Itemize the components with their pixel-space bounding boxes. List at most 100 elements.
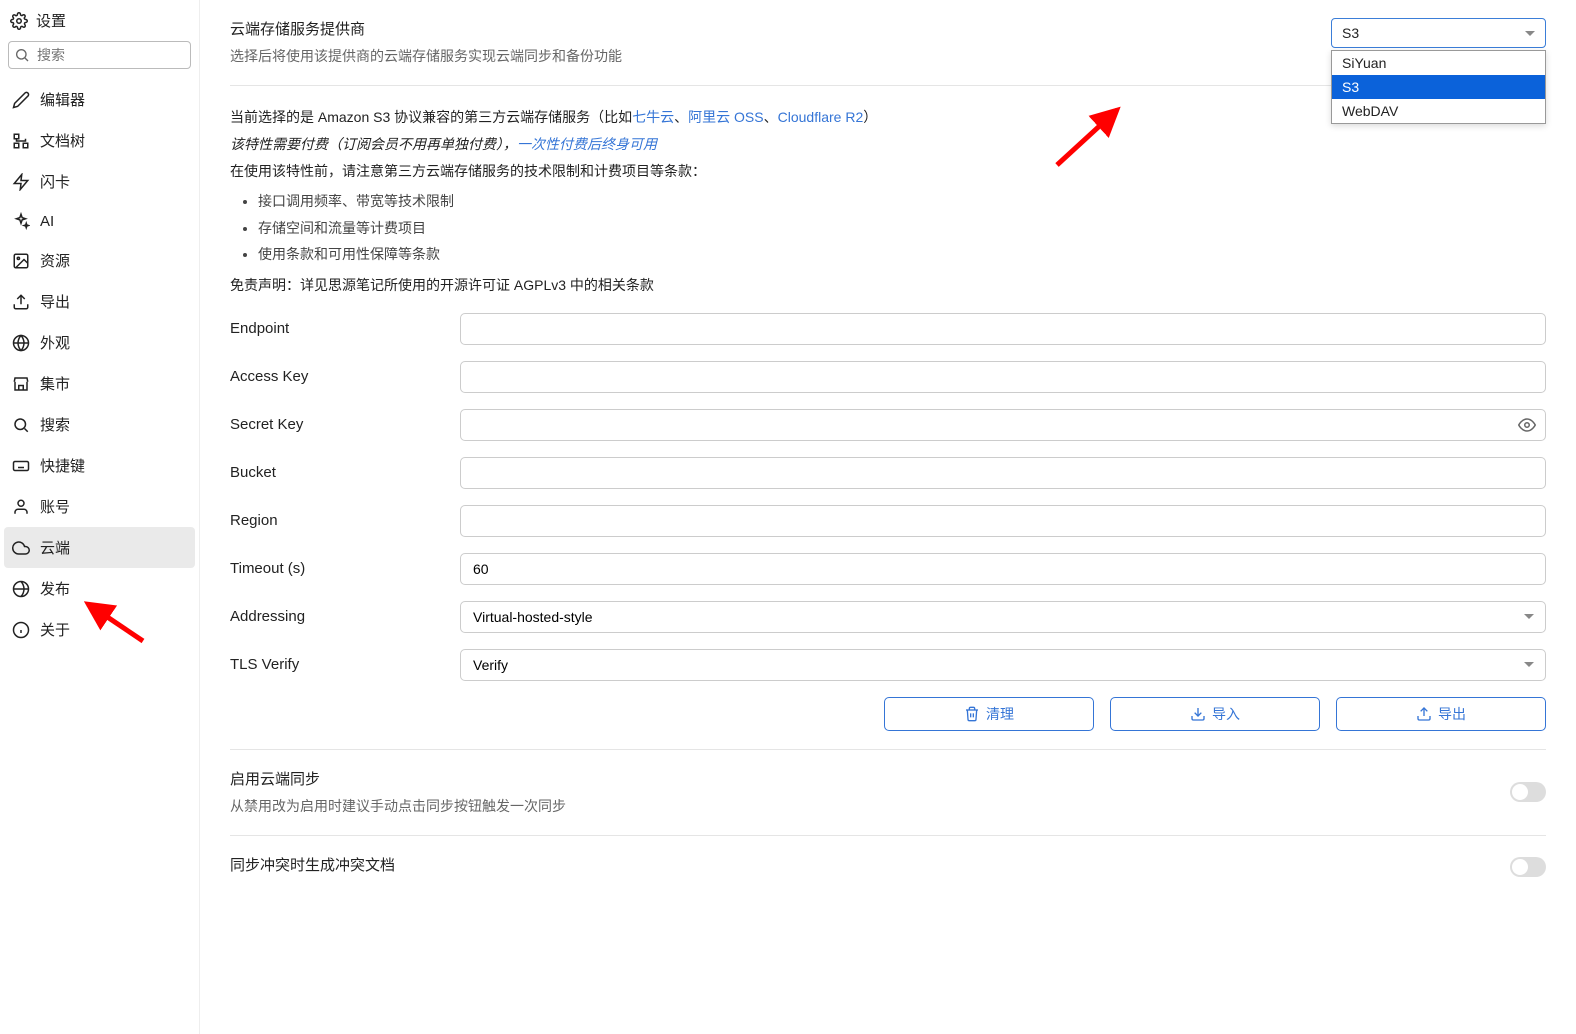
sidebar-item-label: 发布 xyxy=(40,578,70,599)
accesskey-row: Access Key xyxy=(230,361,1546,393)
addressing-row: Addressing xyxy=(230,601,1546,633)
sidebar-item-publish[interactable]: 发布 xyxy=(0,568,199,609)
sidebar-item-label: 关于 xyxy=(40,619,70,640)
link-onetime-pay[interactable]: 一次性付费后终身可用 xyxy=(517,136,657,152)
sidebar-item-label: 集市 xyxy=(40,373,70,394)
conflict-toggle[interactable] xyxy=(1510,857,1546,877)
provider-desc: 选择后将使用该提供商的云端存储服务实现云端同步和备份功能 xyxy=(230,45,622,67)
sidebar-item-label: 编辑器 xyxy=(40,89,85,110)
info-disclaimer: 免责声明：详见思源笔记所使用的开源许可证 AGPLv3 中的相关条款 xyxy=(230,272,1546,299)
upload-icon xyxy=(1416,706,1432,722)
clean-button[interactable]: 清理 xyxy=(884,697,1094,731)
sidebar-item-assets[interactable]: 资源 xyxy=(0,240,199,281)
trash-icon xyxy=(964,706,980,722)
store-icon xyxy=(12,375,30,393)
gear-icon xyxy=(10,12,28,30)
sync-desc: 从禁用改为启用时建议手动点击同步按钮触发一次同步 xyxy=(230,795,566,817)
bucket-input[interactable] xyxy=(460,457,1546,489)
conflict-section: 同步冲突时生成冲突文档 xyxy=(230,854,1546,881)
sidebar-item-appearance[interactable]: 外观 xyxy=(0,322,199,363)
provider-option-s3[interactable]: S3 xyxy=(1332,75,1545,99)
info-line2: 该特性需要付费（订阅会员不用再单独付费），一次性付费后终身可用 xyxy=(230,131,1546,158)
link-cloudflare-r2[interactable]: Cloudflare R2 xyxy=(778,109,864,125)
sidebar-item-label: 账号 xyxy=(40,496,70,517)
sidebar-item-label: 外观 xyxy=(40,332,70,353)
provider-option-webdav[interactable]: WebDAV xyxy=(1332,99,1545,123)
tlsverify-select[interactable] xyxy=(460,649,1546,681)
chevron-down-icon xyxy=(1525,31,1535,36)
provider-select[interactable]: S3 SiYuan S3 WebDAV xyxy=(1331,18,1546,48)
accesskey-label: Access Key xyxy=(230,368,460,385)
search-wrap xyxy=(0,37,199,79)
conflict-title: 同步冲突时生成冲突文档 xyxy=(230,854,395,875)
provider-selected-value: S3 xyxy=(1342,25,1359,41)
secretkey-label: Secret Key xyxy=(230,416,460,433)
sidebar-item-bazaar[interactable]: 集市 xyxy=(0,363,199,404)
tree-icon xyxy=(12,132,30,150)
endpoint-label: Endpoint xyxy=(230,320,460,337)
addressing-select[interactable] xyxy=(460,601,1546,633)
sidebar-item-search[interactable]: 搜索 xyxy=(0,404,199,445)
action-row: 清理 导入 导出 xyxy=(230,697,1546,731)
sidebar-item-account[interactable]: 账号 xyxy=(0,486,199,527)
search-input[interactable] xyxy=(8,41,191,69)
info-line3: 在使用该特性前，请注意第三方云端存储服务的技术限制和计费项目等条款： xyxy=(230,158,1546,185)
secretkey-row: Secret Key xyxy=(230,409,1546,441)
timeout-row: Timeout (s) xyxy=(230,553,1546,585)
region-input[interactable] xyxy=(460,505,1546,537)
accesskey-input[interactable] xyxy=(460,361,1546,393)
sidebar-item-label: 快捷键 xyxy=(40,455,85,476)
sidebar-item-ai[interactable]: AI xyxy=(0,202,199,240)
globe-icon xyxy=(12,334,30,352)
sidebar-item-doctree[interactable]: 文档树 xyxy=(0,120,199,161)
link-qiniu[interactable]: 七牛云 xyxy=(632,109,674,125)
secretkey-input[interactable] xyxy=(460,409,1546,441)
pencil-icon xyxy=(12,91,30,109)
provider-title: 云端存储服务提供商 xyxy=(230,18,622,39)
sidebar-item-cloud[interactable]: 云端 xyxy=(4,527,195,568)
import-button[interactable]: 导入 xyxy=(1110,697,1320,731)
sidebar-item-label: 资源 xyxy=(40,250,70,271)
info-section: 当前选择的是 Amazon S3 协议兼容的第三方云端存储服务（比如七牛云、阿里… xyxy=(230,104,1546,749)
sidebar-item-label: 文档树 xyxy=(40,130,85,151)
settings-title: 设置 xyxy=(36,10,66,31)
provider-option-siyuan[interactable]: SiYuan xyxy=(1332,51,1545,75)
image-icon xyxy=(12,252,30,270)
main-content: 云端存储服务提供商 选择后将使用该提供商的云端存储服务实现云端同步和备份功能 S… xyxy=(200,0,1576,1034)
info-icon xyxy=(12,621,30,639)
tlsverify-label: TLS Verify xyxy=(230,656,460,673)
sidebar-item-label: AI xyxy=(40,213,54,230)
export-button[interactable]: 导出 xyxy=(1336,697,1546,731)
provider-section: 云端存储服务提供商 选择后将使用该提供商的云端存储服务实现云端同步和备份功能 S… xyxy=(230,18,1546,86)
settings-header: 设置 xyxy=(0,4,199,37)
sidebar-item-about[interactable]: 关于 xyxy=(0,609,199,650)
sidebar-item-editor[interactable]: 编辑器 xyxy=(0,79,199,120)
provider-dropdown: SiYuan S3 WebDAV xyxy=(1331,50,1546,124)
region-label: Region xyxy=(230,512,460,529)
sync-section: 启用云端同步 从禁用改为启用时建议手动点击同步按钮触发一次同步 xyxy=(230,768,1546,836)
cloud-icon xyxy=(12,539,30,557)
region-row: Region xyxy=(230,505,1546,537)
sidebar: 设置 编辑器 文档树 闪卡 AI 资源 导出 外观 集市 搜索 xyxy=(0,0,200,1034)
link-aliyun-oss[interactable]: 阿里云 OSS xyxy=(688,109,763,125)
sidebar-item-shortcuts[interactable]: 快捷键 xyxy=(0,445,199,486)
timeout-label: Timeout (s) xyxy=(230,560,460,577)
info-bullet: 接口调用频率、带宽等技术限制 xyxy=(258,188,1546,215)
sync-title: 启用云端同步 xyxy=(230,768,566,789)
sidebar-item-export[interactable]: 导出 xyxy=(0,281,199,322)
globe-icon xyxy=(12,580,30,598)
bolt-icon xyxy=(12,173,30,191)
sidebar-item-flashcard[interactable]: 闪卡 xyxy=(0,161,199,202)
timeout-input[interactable] xyxy=(460,553,1546,585)
search-icon xyxy=(12,416,30,434)
sidebar-item-label: 云端 xyxy=(40,537,70,558)
download-icon xyxy=(1190,706,1206,722)
tlsverify-row: TLS Verify xyxy=(230,649,1546,681)
user-icon xyxy=(12,498,30,516)
sync-toggle[interactable] xyxy=(1510,782,1546,802)
info-bullet: 使用条款和可用性保障等条款 xyxy=(258,241,1546,268)
endpoint-row: Endpoint xyxy=(230,313,1546,345)
endpoint-input[interactable] xyxy=(460,313,1546,345)
sparkle-icon xyxy=(12,212,30,230)
eye-icon[interactable] xyxy=(1518,416,1536,434)
